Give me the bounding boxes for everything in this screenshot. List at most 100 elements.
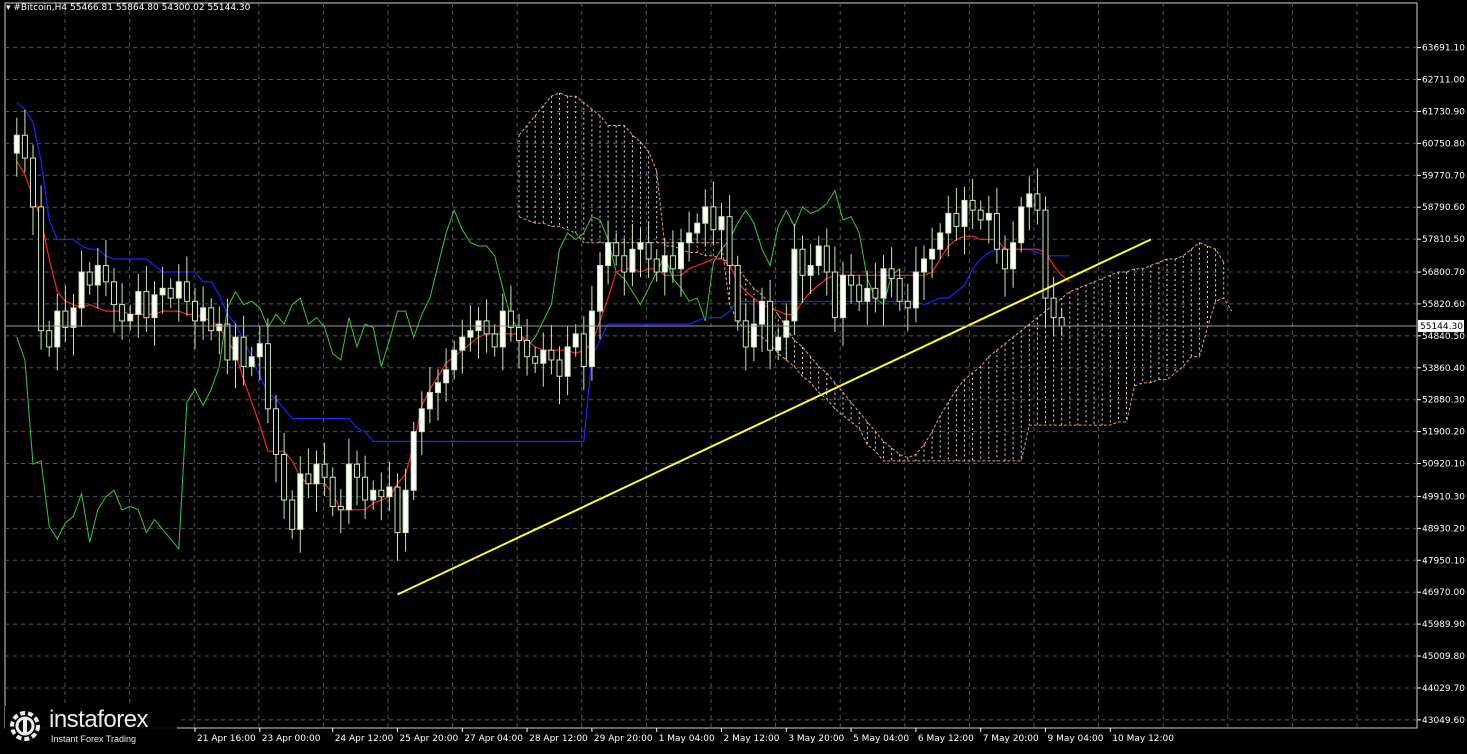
bull-candle	[435, 382, 441, 394]
bear-candle	[183, 281, 190, 302]
bear-candle	[516, 326, 522, 341]
bull-candle	[410, 431, 417, 491]
y-tick-label: 44029.70	[1422, 684, 1465, 694]
x-tick-label: 23 Apr 00:00	[262, 734, 321, 744]
bull-candle	[937, 232, 944, 250]
bear-candle	[321, 463, 328, 478]
bear-candle	[507, 310, 514, 328]
bull-candle	[815, 245, 822, 267]
bull-candle	[78, 271, 85, 309]
bear-candle	[30, 157, 36, 208]
bear-candle	[621, 255, 628, 273]
bear-candle	[904, 300, 911, 309]
bull-candle	[597, 265, 603, 312]
bull-candle	[54, 310, 61, 348]
x-tick-label: 24 Apr 12:00	[335, 734, 394, 744]
bull-candle	[216, 323, 223, 332]
bear-candle	[742, 320, 749, 348]
y-tick-label: 57810.50	[1422, 235, 1465, 245]
bear-candle	[62, 310, 69, 328]
bull-candle	[499, 310, 506, 348]
bull-candle	[540, 349, 547, 364]
y-tick-label: 48930.20	[1422, 524, 1465, 534]
bull-candle	[985, 212, 992, 221]
x-tick-label: 29 Apr 20:00	[594, 734, 653, 744]
bear-candle	[799, 248, 806, 276]
bull-candle	[159, 287, 166, 296]
bear-candle	[734, 265, 741, 322]
y-tick-label: 49910.30	[1422, 492, 1465, 502]
bull-candle	[1026, 193, 1033, 208]
bull-candle	[467, 330, 474, 338]
bear-candle	[710, 206, 717, 231]
x-tick-label: 10 May 12:00	[1112, 734, 1174, 744]
bear-candle	[273, 408, 279, 455]
bear-candle	[378, 489, 385, 498]
y-tick-label: 60750.80	[1422, 139, 1465, 149]
bear-candle	[192, 300, 198, 322]
bear-candle	[1042, 209, 1049, 299]
bear-candle	[483, 320, 490, 335]
price-chart[interactable]: 63691.10 62711.00 61730.90 60750.80 59770.70…	[0, 0, 1467, 750]
instaforex-gear-icon	[10, 711, 40, 741]
bear-candle	[823, 245, 830, 273]
bear-candle	[289, 499, 296, 530]
bear-candle	[111, 281, 117, 306]
bull-candle	[1010, 242, 1017, 270]
bear-candle	[645, 242, 652, 260]
bull-candle	[702, 206, 709, 224]
x-tick-label: 7 May 20:00	[983, 734, 1039, 744]
bull-candle	[135, 291, 142, 315]
bear-candle	[831, 271, 838, 319]
y-tick-label: 61730.90	[1422, 107, 1465, 117]
bear-candle	[888, 268, 895, 280]
y-tick-label: 52880.30	[1422, 396, 1465, 406]
x-tick-label: 21 Apr 16:00	[197, 734, 256, 744]
bear-candle	[532, 356, 539, 364]
y-tick-label: 53860.40	[1422, 364, 1465, 374]
chart-area[interactable]: 63691.10 62711.00 61730.90 60750.80 59770.70…	[0, 0, 1467, 750]
y-tick-label: 59770.70	[1422, 171, 1465, 181]
x-tick-label: 3 May 20:00	[788, 734, 844, 744]
bull-candle	[386, 486, 393, 498]
bear-candle	[896, 278, 903, 302]
bear-candle	[726, 216, 733, 267]
bear-candle	[953, 212, 960, 227]
bear-candle	[524, 339, 531, 358]
bear-candle	[993, 212, 1000, 250]
bull-candle	[791, 248, 798, 322]
bull-candle	[864, 287, 871, 302]
y-tick-label: 54840.50	[1422, 332, 1465, 342]
bull-candle	[256, 343, 263, 358]
bear-candle	[337, 506, 344, 511]
bear-candle	[394, 486, 401, 534]
symbol-ohlc-text: #Bitcoin,H4 55466.81 55864.80 54300.02 5…	[13, 3, 251, 13]
bear-candle	[548, 349, 555, 361]
bear-candle	[224, 323, 231, 361]
bull-candle	[459, 336, 466, 351]
bull-candle	[451, 349, 458, 371]
current-price-label: 55144.30	[1420, 322, 1463, 332]
bull-candle	[840, 274, 846, 319]
bull-candle	[127, 313, 134, 322]
watermark-logo: instaforex Instant Forex Trading	[5, 706, 177, 746]
bull-candle	[637, 242, 644, 250]
bear-candle	[119, 304, 126, 322]
bull-candle	[151, 294, 158, 319]
bull-candle	[686, 232, 693, 244]
bear-candle	[38, 206, 45, 332]
bull-candle	[912, 271, 919, 309]
bear-candle	[1002, 248, 1008, 270]
bull-candle	[313, 463, 320, 485]
x-tick-label: 2 May 12:00	[724, 734, 780, 744]
bull-candle	[961, 199, 968, 227]
bear-candle	[1058, 317, 1065, 327]
bull-candle	[297, 473, 304, 530]
bear-candle	[969, 199, 976, 211]
y-tick-label: 45009.80	[1422, 652, 1465, 662]
bull-candle	[945, 212, 952, 234]
bear-candle	[240, 336, 247, 367]
x-tick-label: 1 May 04:00	[659, 734, 715, 744]
y-tick-label: 58790.60	[1422, 203, 1465, 213]
bear-candle	[46, 330, 53, 348]
